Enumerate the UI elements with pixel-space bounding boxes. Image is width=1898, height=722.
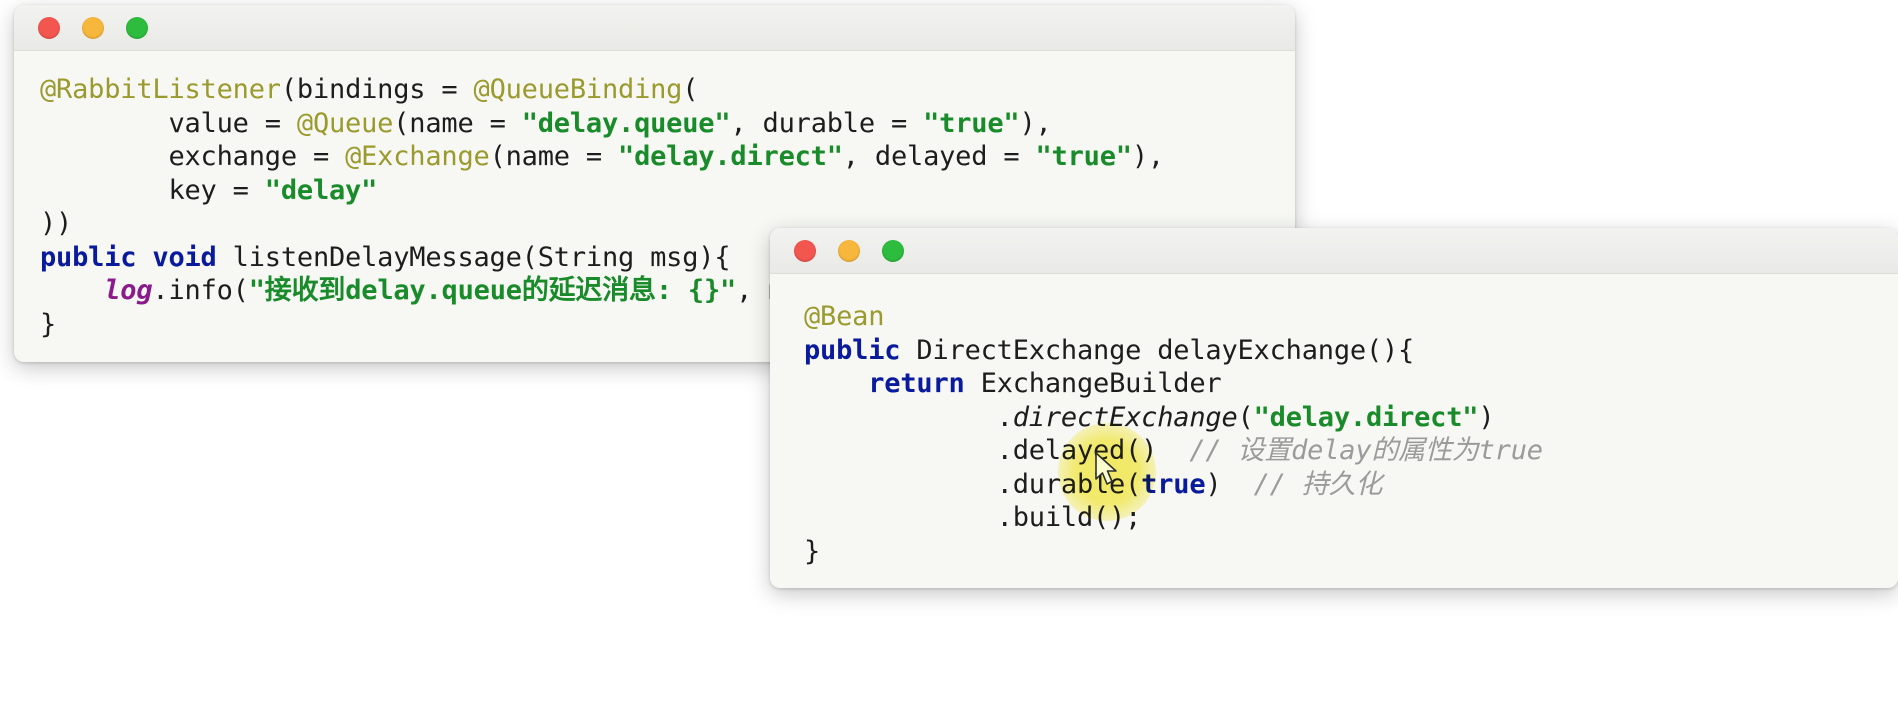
window2-code-block: @Bean public DirectExchange delayExchange… — [770, 274, 1898, 586]
code-token: @QueueBinding — [473, 74, 683, 105]
code-token: @Exchange — [345, 141, 490, 172]
code-token: . — [804, 401, 1013, 433]
code-token: listenDelayMessage(String msg){ — [216, 241, 731, 273]
code-line: } — [804, 535, 1872, 569]
code-token: (bindings = — [280, 74, 474, 105]
code-token: return — [868, 368, 965, 399]
code-token: log — [104, 275, 153, 306]
code-token: "delay.direct" — [1253, 401, 1479, 433]
code-token: public void — [40, 241, 217, 273]
code-token: directExchange — [1012, 401, 1238, 433]
code-token: "接收到delay.queue的延迟消息: {}" — [248, 275, 737, 306]
close-icon[interactable] — [794, 239, 816, 262]
code-token: "true" — [1035, 141, 1132, 172]
code-token: value = — [40, 107, 297, 139]
code-token: // 持久化 — [1253, 468, 1383, 500]
window1-titlebar[interactable] — [14, 5, 1295, 51]
code-line: @RabbitListener(bindings = @QueueBinding… — [40, 73, 1269, 107]
code-token: , delayed = — [842, 141, 1036, 172]
minimize-icon[interactable] — [838, 239, 860, 262]
code-line: @Bean — [804, 300, 1872, 334]
code-token: .delayed() — [804, 435, 1190, 466]
code-token: ) — [1478, 401, 1495, 433]
code-token: ) — [1205, 468, 1254, 500]
code-token: @Queue — [296, 107, 394, 139]
code-token: ExchangeBuilder — [964, 368, 1222, 399]
code-token: )) — [40, 208, 73, 239]
code-token: .info( — [152, 275, 249, 306]
delay-exchange-bean-code-window[interactable]: @Bean public DirectExchange delayExchange… — [770, 228, 1898, 588]
code-line: .build(); — [804, 501, 1872, 535]
code-line: value = @Queue(name = "delay.queue", dur… — [40, 107, 1269, 141]
minimize-icon[interactable] — [82, 16, 104, 39]
code-token: ), — [1131, 141, 1164, 172]
code-token: (name = — [393, 107, 522, 139]
code-line: key = "delay" — [40, 174, 1269, 208]
code-token: exchange = — [40, 141, 346, 172]
code-line: .delayed() // 设置delay的属性为true — [804, 434, 1872, 468]
code-token: .build(); — [804, 502, 1142, 533]
code-token: } — [40, 308, 57, 340]
code-token: // 设置delay的属性为true — [1189, 435, 1543, 466]
code-token: "true" — [923, 107, 1020, 139]
code-token: "delay" — [264, 174, 378, 206]
code-token: ( — [1237, 401, 1254, 433]
code-line: return ExchangeBuilder — [804, 367, 1872, 401]
code-token: "delay.queue" — [521, 107, 731, 139]
zoom-icon[interactable] — [126, 16, 148, 39]
code-line: exchange = @Exchange(name = "delay.direc… — [40, 140, 1269, 174]
code-token: DirectExchange delayExchange(){ — [900, 334, 1415, 366]
window2-titlebar[interactable] — [770, 228, 1898, 274]
code-line: .directExchange("delay.direct") — [804, 401, 1872, 435]
code-token: public — [804, 334, 901, 366]
zoom-icon[interactable] — [882, 239, 904, 262]
code-token: ), — [1019, 107, 1052, 139]
code-token: } — [804, 535, 821, 567]
code-token: "delay.direct" — [618, 141, 843, 172]
close-icon[interactable] — [38, 16, 60, 39]
code-line: public DirectExchange delayExchange(){ — [804, 334, 1872, 368]
code-token: key = — [40, 174, 265, 206]
code-token: true — [1141, 468, 1206, 500]
code-token: @Bean — [804, 301, 885, 332]
code-token: ( — [682, 74, 699, 105]
code-token: @RabbitListener — [40, 74, 281, 105]
code-line: .durable(true) // 持久化 — [804, 468, 1872, 502]
code-token: (name = — [489, 141, 619, 172]
code-token: , durable = — [730, 107, 924, 139]
code-token: .durable( — [804, 468, 1142, 500]
